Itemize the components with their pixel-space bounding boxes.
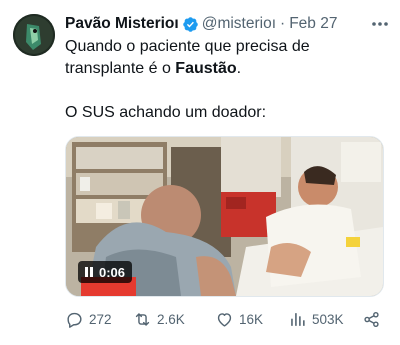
tweet-text-end: . xyxy=(236,60,242,77)
repost-icon xyxy=(135,312,150,326)
views-count: 503K xyxy=(312,311,344,327)
heart-icon xyxy=(217,312,232,327)
tweet-date[interactable]: Feb 27 xyxy=(289,15,337,33)
more-dots-icon[interactable] xyxy=(370,16,390,32)
avatar[interactable] xyxy=(13,14,55,56)
repost-count: 2.6K xyxy=(157,311,185,327)
author-handle[interactable]: @misterioı xyxy=(202,15,276,33)
reply-count: 272 xyxy=(89,311,112,327)
video-time-pill[interactable]: 0:06 xyxy=(78,261,133,283)
video-time: 0:06 xyxy=(99,264,126,280)
separator-dot: · xyxy=(280,15,286,32)
video-player[interactable]: 0:06 xyxy=(65,136,384,297)
verified-badge-icon xyxy=(182,16,198,32)
reply-button[interactable]: 272 xyxy=(65,307,112,331)
share-icon xyxy=(364,311,379,327)
action-bar: 272 2.6K 16K 503K xyxy=(65,307,385,331)
like-count: 16K xyxy=(239,311,264,327)
tweet-text-line1: Quando o paciente que precisa de transpl… xyxy=(65,36,386,80)
repost-button[interactable]: 2.6K xyxy=(133,307,185,331)
avatar-image xyxy=(13,14,55,56)
author-name[interactable]: Pavão Misterioı xyxy=(65,15,179,33)
share-button[interactable] xyxy=(362,307,381,331)
tweet-text: Quando o paciente que precisa de transpl… xyxy=(65,36,386,124)
like-button[interactable]: 16K xyxy=(215,307,263,331)
views-icon xyxy=(291,312,305,326)
tweet-text-line2: O SUS achando um doador: xyxy=(65,104,267,121)
reply-icon xyxy=(67,312,82,328)
views-button[interactable]: 503K xyxy=(288,307,344,331)
tweet-header: Pavão Misterioı @misterioı · Feb 27 xyxy=(65,13,390,35)
tweet-text-bold: Faustão xyxy=(175,60,237,77)
pause-icon[interactable] xyxy=(85,267,93,277)
